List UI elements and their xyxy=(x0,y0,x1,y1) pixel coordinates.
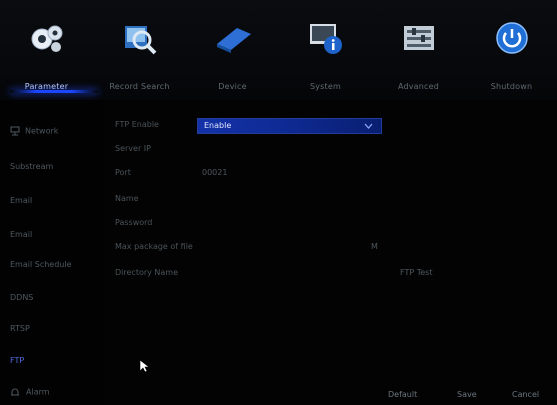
tab-record-search[interactable]: Record Search xyxy=(93,14,186,98)
ftp-enable-select[interactable]: Enable xyxy=(197,118,382,134)
chevron-down-icon xyxy=(364,123,373,129)
system-info-icon xyxy=(310,24,342,54)
directory-label: Directory Name xyxy=(115,268,179,277)
sidebar-item-label: FTP xyxy=(10,356,25,365)
sidebar-item-label: Email xyxy=(10,230,33,239)
server-ip-row: Server IP xyxy=(115,142,545,158)
tab-label: Record Search xyxy=(109,82,170,91)
advanced-icon xyxy=(404,26,434,50)
top-navigation-bar: Parameter Record Search Device System Ad… xyxy=(0,0,557,100)
tab-label: Shutdown xyxy=(490,82,533,91)
password-row: Password xyxy=(115,216,545,232)
port-label: Port xyxy=(115,168,131,177)
ftp-enable-value: Enable xyxy=(204,121,232,130)
port-row: Port 00021 xyxy=(115,166,545,182)
sidebar-item-email[interactable]: Email xyxy=(10,196,32,205)
search-record-icon xyxy=(125,26,157,55)
tab-label: Advanced xyxy=(397,82,440,91)
tab-label: System xyxy=(309,82,342,91)
alarm-label: Alarm xyxy=(26,387,50,397)
active-tab-indicator xyxy=(10,90,98,93)
default-button[interactable]: Default xyxy=(388,390,417,399)
sidebar: Network Substream Email Email Email Sche… xyxy=(0,100,103,405)
sidebar-item-rtsp[interactable]: RTSP xyxy=(10,324,30,333)
sidebar-item-alarm[interactable]: Alarm xyxy=(10,387,50,397)
tab-parameter[interactable]: Parameter xyxy=(0,14,93,98)
alarm-icon xyxy=(11,388,19,396)
sidebar-item-substream[interactable]: Substream xyxy=(10,162,53,171)
sidebar-item-label: Substream xyxy=(10,162,54,171)
max-package-label: Max package of file xyxy=(115,242,193,251)
ftp-settings-form: FTP Enable Enable Server IP Port 00021 N… xyxy=(115,110,555,370)
sidebar-item-label: Email xyxy=(10,196,33,205)
name-label: Name xyxy=(115,194,139,203)
sidebar-item-ddns[interactable]: DDNS xyxy=(10,293,33,302)
ftp-enable-label: FTP Enable xyxy=(115,120,159,129)
name-row: Name xyxy=(115,192,545,208)
power-icon xyxy=(496,22,528,54)
footer-bar: Alarm Default Save Cancel xyxy=(0,380,557,405)
port-field[interactable]: 00021 xyxy=(202,168,227,177)
cancel-button[interactable]: Cancel xyxy=(512,390,539,399)
sidebar-item-email-extra[interactable]: Email xyxy=(10,230,32,239)
sidebar-item-label: DDNS xyxy=(10,293,34,302)
sidebar-item-label: Email Schedule xyxy=(10,260,72,269)
password-label: Password xyxy=(115,218,153,227)
tab-device[interactable]: Device xyxy=(186,14,279,98)
tab-system[interactable]: System xyxy=(279,14,372,98)
tab-shutdown[interactable]: Shutdown xyxy=(465,14,557,98)
gears-icon xyxy=(31,25,63,52)
device-icon xyxy=(217,28,251,53)
max-package-row: Max package of file M xyxy=(115,240,545,256)
max-package-unit: M xyxy=(371,242,378,251)
tab-advanced[interactable]: Advanced xyxy=(372,14,465,98)
network-icon xyxy=(10,126,20,136)
ftp-enable-row: FTP Enable Enable xyxy=(115,118,545,134)
mouse-pointer-icon xyxy=(140,360,150,373)
sidebar-item-label: RTSP xyxy=(10,324,30,333)
directory-row: Directory Name FTP Test xyxy=(115,266,545,282)
sidebar-item-label: Network xyxy=(25,126,59,136)
save-button[interactable]: Save xyxy=(457,390,477,399)
tab-label: Device xyxy=(218,82,247,91)
server-ip-label: Server IP xyxy=(115,144,151,153)
directory-field[interactable]: FTP Test xyxy=(400,268,432,277)
sidebar-item-ftp[interactable]: FTP xyxy=(10,356,24,365)
sidebar-item-network[interactable]: Network xyxy=(10,126,58,136)
sidebar-item-email-schedule[interactable]: Email Schedule xyxy=(10,260,72,269)
